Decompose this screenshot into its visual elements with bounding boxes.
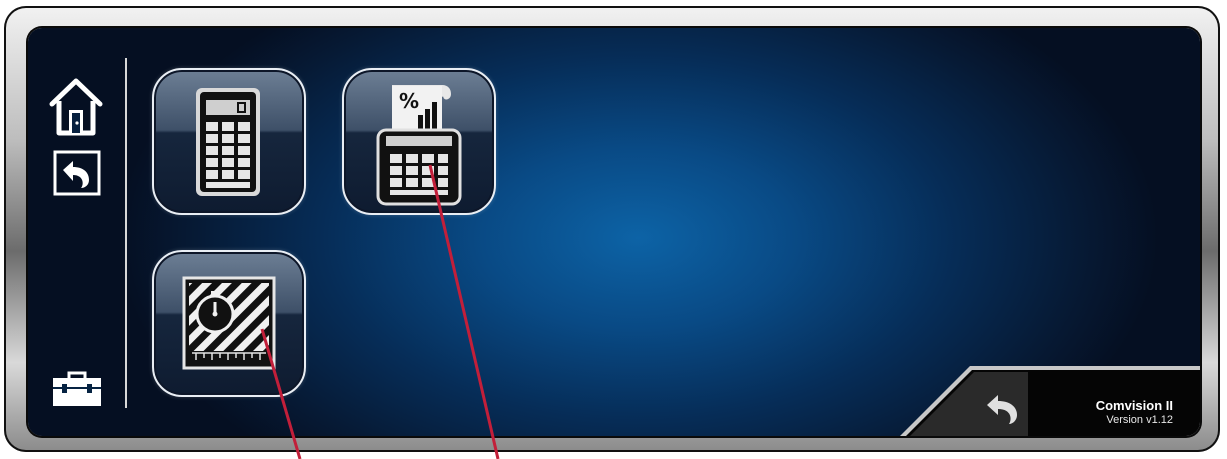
annotation-line-left xyxy=(260,328,302,459)
annotation-line-right xyxy=(428,164,500,459)
annotation-lines xyxy=(260,164,500,459)
